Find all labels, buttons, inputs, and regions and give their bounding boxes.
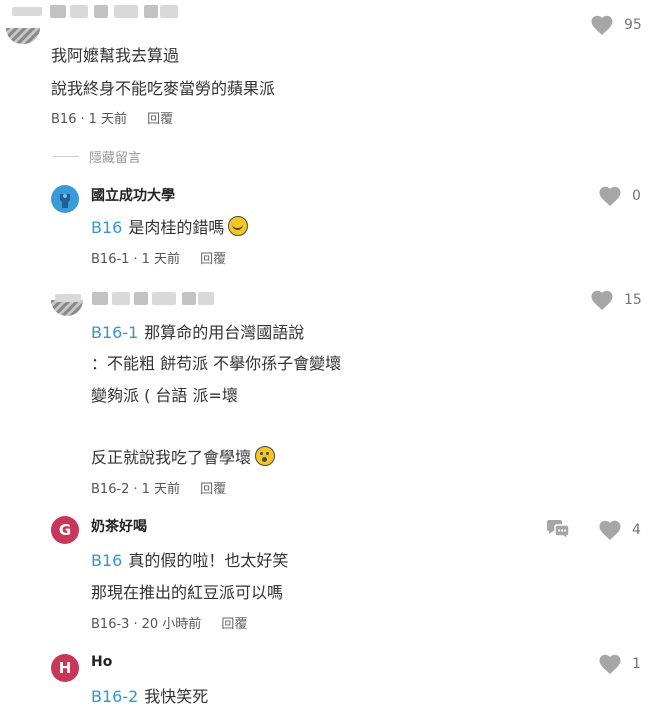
hidden-comments-label: 隱藏留言	[89, 151, 142, 166]
comment-line: B16-1 那算命的用台灣國語說	[91, 319, 304, 343]
like-count: 4	[632, 522, 641, 538]
floor-reference-link[interactable]: B16-2	[91, 687, 138, 706]
divider	[53, 156, 79, 157]
timestamp: 1 天前	[88, 112, 128, 127]
reply-button[interactable]: 回覆	[200, 482, 226, 497]
timestamp: 1 天前	[141, 252, 180, 267]
message-button[interactable]	[545, 519, 571, 545]
username[interactable]: 奶茶好喝	[91, 516, 147, 536]
comment-meta: B16 · 1 天前 回覆	[51, 112, 174, 127]
like-count: 95	[624, 17, 642, 33]
comment-line: B16 是肉桂的錯嗎	[91, 214, 249, 238]
avatar[interactable]: H	[51, 654, 79, 682]
comment-meta: B16-3 · 20 小時前 回覆	[91, 617, 248, 632]
heart-icon	[591, 290, 613, 310]
comment-line: 我阿嬤幫我去算過	[51, 46, 180, 65]
reply-button[interactable]: 回覆	[200, 252, 226, 267]
heart-icon	[591, 15, 613, 36]
comment-text: 真的假的啦！也太好笑	[128, 551, 289, 570]
username[interactable]: Ho	[91, 654, 112, 670]
comment-line: 反正就說我吃了會學壞	[91, 444, 276, 468]
comment-text: 那算命的用台灣國語說	[144, 323, 305, 342]
comment-line: 變夠派 ( 台語 派=壞	[91, 386, 238, 405]
comment-line: B16 真的假的啦！也太好笑	[91, 547, 288, 571]
like-button[interactable]: 1	[598, 653, 641, 675]
like-count: 0	[632, 188, 641, 204]
username[interactable]: 國立成功大學	[91, 185, 175, 205]
reply-button[interactable]: 回覆	[221, 617, 247, 632]
comment-text: 我快笑死	[144, 687, 209, 706]
like-count: 15	[624, 292, 642, 308]
like-count: 1	[632, 656, 641, 672]
floor-number: B16-1	[91, 252, 130, 267]
floor-reference-link[interactable]: B16	[91, 551, 122, 570]
shocked-emoji-icon	[255, 446, 276, 466]
school-logo-icon	[60, 194, 70, 208]
laughing-emoji-icon	[228, 216, 249, 236]
avatar[interactable]	[51, 300, 83, 316]
timestamp: 20 小時前	[141, 617, 202, 632]
like-button[interactable]: 95	[590, 14, 642, 36]
comment-line: ：不能粗 餅苟派 不擧你孫子會變壞	[91, 354, 342, 373]
like-button[interactable]: 4	[598, 519, 641, 541]
comment-line: 說我終身不能吃麥當勞的蘋果派	[51, 79, 276, 98]
avatar[interactable]	[6, 28, 40, 44]
comment-meta: B16-1 · 1 天前 回覆	[91, 252, 227, 267]
floor-reference-link[interactable]: B16	[91, 218, 122, 237]
hidden-comments-toggle[interactable]: 隱藏留言	[53, 147, 141, 166]
floor-reference-link[interactable]: B16-1	[91, 323, 138, 342]
floor-number: B16-3	[91, 617, 130, 632]
heart-icon	[599, 654, 621, 674]
like-button[interactable]: 0	[598, 185, 641, 207]
heart-icon	[599, 520, 621, 540]
like-button[interactable]: 15	[590, 289, 642, 311]
heart-icon	[599, 186, 621, 206]
chat-bubble-icon	[547, 520, 570, 541]
comment-line: 那現在推出的紅豆派可以嗎	[91, 583, 284, 602]
timestamp: 1 天前	[141, 482, 180, 497]
avatar[interactable]	[51, 185, 79, 213]
reply-button[interactable]: 回覆	[147, 112, 173, 127]
comment-text: 反正就說我吃了會學壞	[91, 448, 252, 467]
comment-meta: B16-2 · 1 天前 回覆	[91, 482, 227, 497]
comment-text: 是肉桂的錯嗎	[128, 218, 225, 237]
floor-number: B16	[51, 112, 77, 127]
floor-number: B16-2	[91, 482, 130, 497]
comment-line: B16-2 我快笑死	[91, 683, 208, 707]
avatar[interactable]: G	[51, 516, 79, 544]
